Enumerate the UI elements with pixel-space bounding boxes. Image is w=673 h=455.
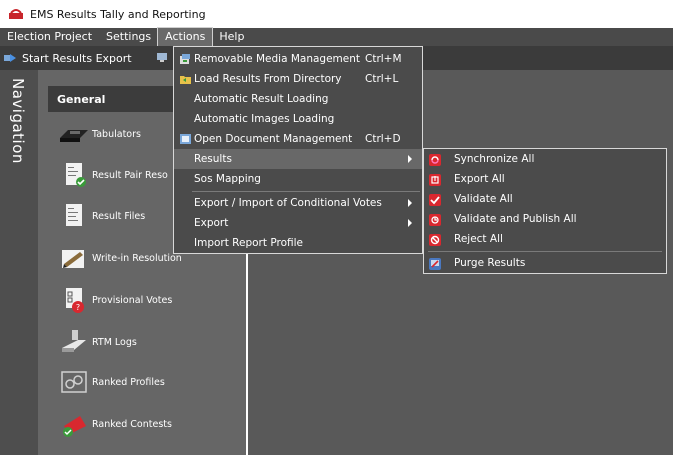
export-arrow-icon <box>4 53 18 63</box>
synchronize-icon <box>429 154 441 166</box>
menu-item-label: Automatic Images Loading <box>194 113 335 125</box>
nav-item-provisional-votes[interactable]: ? Provisional Votes <box>58 284 246 316</box>
menu-item-label: Sos Mapping <box>194 173 261 185</box>
nav-item-label: RTM Logs <box>92 336 137 348</box>
menu-help[interactable]: Help <box>212 28 251 46</box>
nav-item-label: Result Pair Reso <box>92 169 168 181</box>
nav-item-label: Result Files <box>92 210 146 222</box>
nav-item-label: Tabulators <box>92 128 141 140</box>
menu-item-automatic-result-loading[interactable]: Automatic Result Loading <box>174 89 422 109</box>
menu-item-label: Export <box>194 217 229 229</box>
menu-item-label: Removable Media Management <box>194 53 361 65</box>
menu-item-label: Results <box>194 153 232 165</box>
window-title: EMS Results Tally and Reporting <box>30 7 206 21</box>
toolbar-secondary-button[interactable] <box>156 53 174 63</box>
publish-icon <box>429 214 441 226</box>
menu-item-open-document-management[interactable]: Open Document Management Ctrl+D <box>174 129 422 149</box>
menu-election-project[interactable]: Election Project <box>0 28 99 46</box>
ranked-contests-icon <box>58 410 90 438</box>
export-icon <box>429 174 441 186</box>
menu-item-export[interactable]: Export <box>174 213 422 233</box>
submenu-item-label: Export All <box>454 173 505 185</box>
submenu-arrow-icon <box>408 155 412 163</box>
submenu-item-validate-all[interactable]: Validate All <box>424 190 666 210</box>
menu-item-sos-mapping[interactable]: Sos Mapping <box>174 169 422 189</box>
reject-icon <box>429 234 441 246</box>
write-in-icon <box>58 244 90 272</box>
submenu-item-synchronize-all[interactable]: Synchronize All <box>424 150 666 170</box>
folder-icon <box>179 73 192 85</box>
menu-item-automatic-images-loading[interactable]: Automatic Images Loading <box>174 109 422 129</box>
ems-logo-icon <box>8 8 24 20</box>
menu-item-removable-media-management[interactable]: Removable Media Management Ctrl+M <box>174 49 422 69</box>
nav-item-label: Write-in Resolution <box>92 252 182 264</box>
menu-separator <box>192 191 420 192</box>
menu-item-import-report-profile[interactable]: Import Report Profile <box>174 233 422 253</box>
title-bar: EMS Results Tally and Reporting <box>0 0 673 28</box>
submenu-item-export-all[interactable]: Export All <box>424 170 666 190</box>
checkmark-icon <box>429 194 441 206</box>
menu-item-results[interactable]: Results <box>174 149 422 169</box>
submenu-item-reject-all[interactable]: Reject All <box>424 230 666 250</box>
purge-icon <box>429 258 441 270</box>
submenu-item-purge-results[interactable]: Purge Results <box>424 254 666 274</box>
submenu-item-validate-and-publish-all[interactable]: Validate and Publish All <box>424 210 666 230</box>
submenu-separator <box>428 251 662 252</box>
provisional-votes-icon: ? <box>58 286 90 314</box>
svg-text:?: ? <box>76 303 80 312</box>
menu-settings[interactable]: Settings <box>99 28 158 46</box>
nav-item-label: Ranked Contests <box>92 418 172 430</box>
document-icon <box>179 133 192 145</box>
removable-media-icon <box>179 53 192 65</box>
nav-item-ranked-profiles[interactable]: Ranked Profiles <box>58 366 246 398</box>
submenu-item-label: Validate All <box>454 193 513 205</box>
nav-item-label: Provisional Votes <box>92 294 173 306</box>
submenu-item-label: Validate and Publish All <box>454 213 577 225</box>
navigation-title: Navigation <box>9 78 27 164</box>
start-results-export-label: Start Results Export <box>22 51 132 65</box>
menu-item-shortcut: Ctrl+M <box>365 53 402 65</box>
menu-item-label: Import Report Profile <box>194 237 303 249</box>
start-results-export-button[interactable]: Start Results Export <box>4 52 132 65</box>
submenu-item-label: Synchronize All <box>454 153 535 165</box>
menu-item-label: Load Results From Directory <box>194 73 342 85</box>
nav-item-ranked-contests[interactable]: Ranked Contests <box>58 408 246 440</box>
results-submenu: Synchronize All Export All Validate All … <box>423 148 667 274</box>
submenu-item-label: Purge Results <box>454 257 526 269</box>
menu-item-label: Open Document Management <box>194 133 353 145</box>
submenu-item-label: Reject All <box>454 233 503 245</box>
submenu-arrow-icon <box>408 199 412 207</box>
nav-item-label: Ranked Profiles <box>92 376 165 388</box>
menu-bar: Election Project Settings Actions Help <box>0 27 673 47</box>
menu-item-label: Automatic Result Loading <box>194 93 329 105</box>
actions-dropdown-menu: Removable Media Management Ctrl+M Load R… <box>173 46 423 254</box>
menu-item-shortcut: Ctrl+D <box>365 133 401 145</box>
menu-actions[interactable]: Actions <box>157 27 214 47</box>
menu-item-load-results-from-directory[interactable]: Load Results From Directory Ctrl+L <box>174 69 422 89</box>
result-pair-icon <box>58 161 90 189</box>
rtm-logs-icon <box>58 328 90 356</box>
result-files-icon <box>58 202 90 230</box>
menu-item-shortcut: Ctrl+L <box>365 73 399 85</box>
menu-item-label: Export / Import of Conditional Votes <box>194 197 382 209</box>
submenu-arrow-icon <box>408 219 412 227</box>
menu-item-export-import-conditional-votes[interactable]: Export / Import of Conditional Votes <box>174 193 422 213</box>
nav-item-rtm-logs[interactable]: RTM Logs <box>58 326 246 358</box>
tabulator-icon <box>58 120 90 148</box>
monitor-icon <box>156 53 170 63</box>
ranked-profiles-icon <box>58 368 90 396</box>
